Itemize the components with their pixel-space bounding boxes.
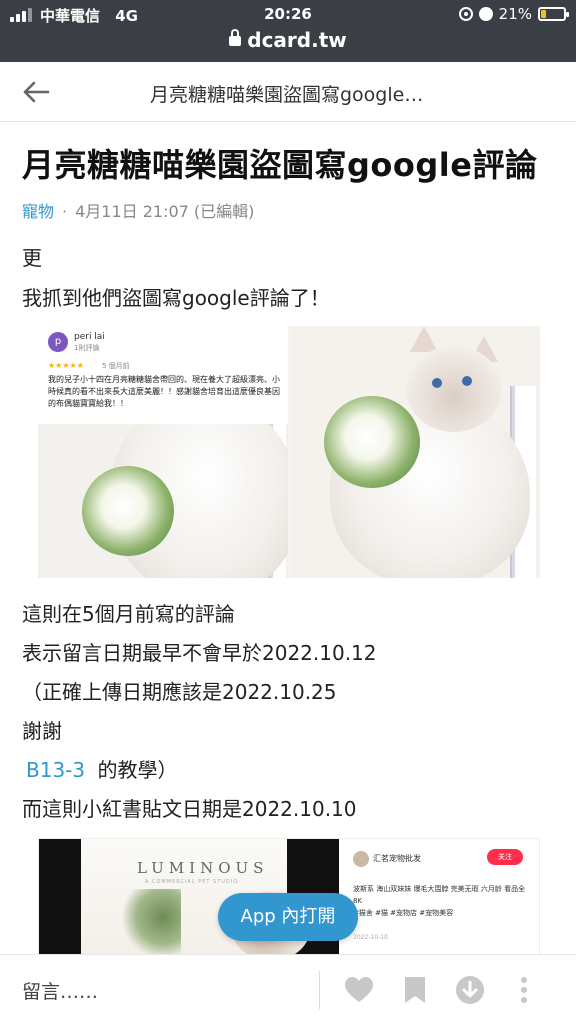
post-line: 更 — [22, 246, 42, 270]
post-line: （正確上傳日期應該是2022.10.25 — [22, 680, 337, 704]
post-line: 而這則小紅書貼文日期是2022.10.10 — [22, 797, 357, 821]
top-nav: 月亮糖糖喵樂園盜圖寫google… — [0, 62, 576, 122]
post-line: B13-3 的教學） — [22, 754, 177, 783]
xhs-post-body: 波斯系 海山双妹妹 爆毛大围脖 完美无瑕 六月龄 看品全 8K #猫舍 #猫 #… — [353, 883, 533, 919]
more-vertical-icon[interactable] — [511, 975, 537, 1005]
bookmark-icon[interactable] — [400, 975, 430, 1005]
board-link[interactable]: 寵物 — [22, 202, 54, 221]
battery-fill — [541, 10, 546, 18]
alarm-icon — [478, 7, 493, 21]
xhs-avatar — [353, 851, 369, 867]
bottom-action-bar: 留言…… — [0, 954, 576, 1024]
battery-percent: 21% — [498, 5, 532, 23]
reviewer-avatar: p — [48, 332, 68, 352]
cat-eye — [462, 376, 472, 386]
status-row: 中華電信 4G 20:26 21% — [0, 5, 576, 27]
status-bar: 中華電信 4G 20:26 21% dcard.tw — [0, 0, 576, 62]
download-icon[interactable] — [455, 975, 485, 1005]
url-text: dcard.tw — [247, 28, 347, 52]
comment-floor-link[interactable]: B13-3 — [26, 758, 85, 782]
post-title: 月亮糖糖喵樂園盜圖寫google評論 — [22, 146, 538, 184]
open-in-app-button[interactable]: App 內打開 — [218, 893, 358, 941]
url-bar[interactable]: dcard.tw — [0, 28, 576, 52]
nav-title: 月亮糖糖喵樂園盜圖寫google… — [150, 84, 424, 106]
battery-icon — [538, 7, 569, 21]
cat-eye — [432, 378, 442, 388]
post-date: 4月11日 21:07 (已編輯) — [75, 202, 255, 221]
status-right: 21% — [458, 5, 569, 23]
post-line: 表示留言日期最早不會早於2022.10.12 — [22, 641, 377, 665]
divider — [319, 971, 320, 1009]
review-time: 5 個月前 — [102, 362, 130, 370]
image-panel-left: p peri lai 1則評論 ★★★★★ 5 個月前 我的兒子小十四在月亮糖糖… — [38, 326, 288, 578]
post-line: 這則在5個月前寫的評論 — [22, 602, 235, 626]
post-line: 我抓到他們盜圖寫google評論了！ — [22, 286, 330, 310]
plant-leaves — [121, 889, 181, 954]
xhs-post-panel: 汇茗宠物批发 关注 波斯系 海山双妹妹 爆毛大围脖 完美无瑕 六月龄 看品全 8… — [349, 839, 539, 954]
cat-ear — [410, 326, 438, 352]
meta-separator: · — [62, 202, 68, 221]
poster-brand: LUMINOUS — [137, 859, 269, 877]
back-arrow-icon[interactable] — [22, 80, 50, 104]
post-content: 月亮糖糖喵樂園盜圖寫google評論 寵物 · 4月11日 21:07 (已編輯) … — [0, 122, 576, 954]
flower-bouquet — [324, 396, 420, 488]
xhs-follow-button: 关注 — [487, 849, 523, 865]
lock-icon — [229, 29, 242, 46]
reviewer-count: 1則評論 — [74, 344, 100, 352]
post-line: 謝謝 — [22, 719, 62, 743]
xhs-account: 汇茗宠物批发 — [373, 854, 421, 863]
xhs-post-tags: #猫舍 #猫 #宠物店 #宠物美容 — [353, 909, 454, 917]
post-image-review[interactable]: p peri lai 1則評論 ★★★★★ 5 個月前 我的兒子小十四在月亮糖糖… — [38, 326, 540, 578]
flower-bouquet — [82, 466, 174, 556]
review-text: 我的兒子小十四在月亮糖糖貓舍帶回的、現在養大了超級漂亮、小時候真的看不出來長大這… — [48, 375, 280, 408]
rotation-lock-icon — [458, 7, 473, 21]
xhs-post-text: 波斯系 海山双妹妹 爆毛大围脖 完美无瑕 六月龄 看品全 8K — [353, 885, 526, 905]
image-panel-right — [290, 326, 540, 578]
heart-icon[interactable] — [344, 975, 374, 1005]
post-line-text: 的教學） — [97, 758, 178, 782]
cat-face — [406, 346, 502, 432]
xhs-post-date: 2022-10-10 — [353, 934, 388, 941]
google-review-card: p peri lai 1則評論 ★★★★★ 5 個月前 我的兒子小十四在月亮糖糖… — [38, 326, 288, 424]
post-meta: 寵物 · 4月11日 21:07 (已編輯) — [22, 198, 254, 222]
review-stars: ★★★★★ — [48, 361, 84, 370]
poster-subtitle: A COMMERCIAL PET STUDIO — [145, 879, 239, 885]
comment-input[interactable]: 留言…… — [22, 977, 302, 1004]
